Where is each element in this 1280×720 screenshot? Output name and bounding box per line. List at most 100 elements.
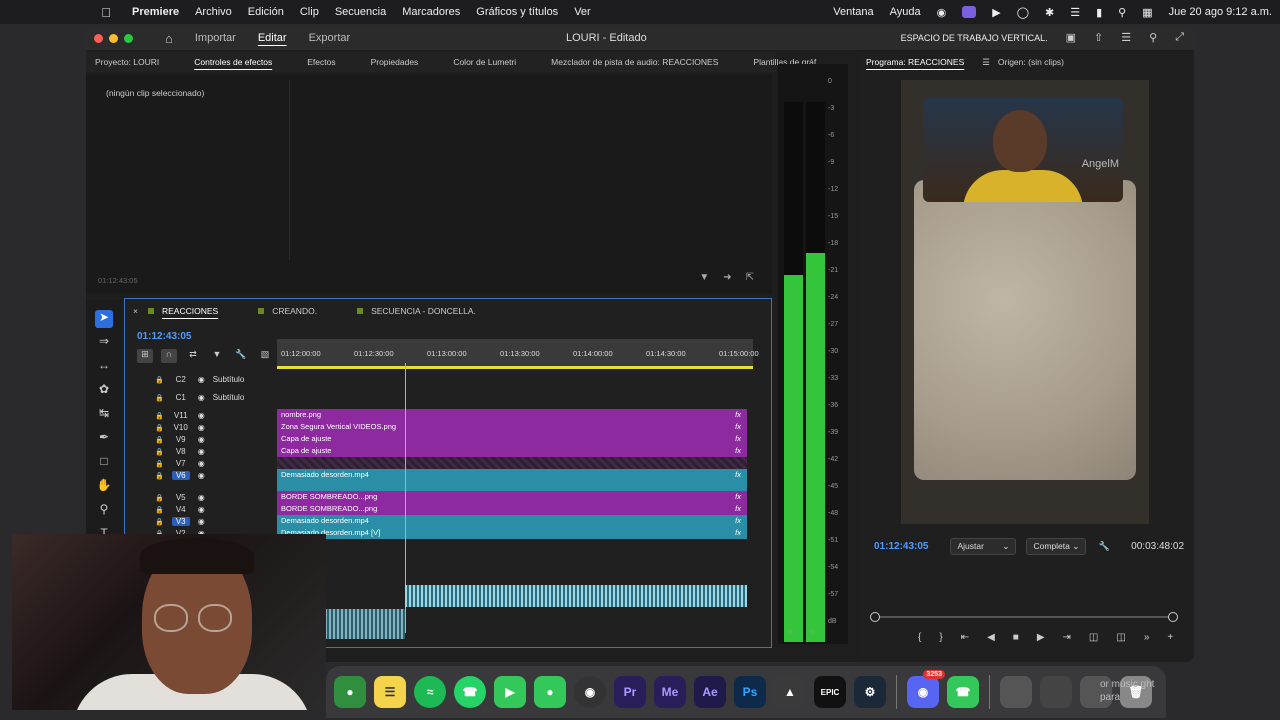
- gamepad-icon[interactable]: ▶: [992, 6, 1000, 19]
- timeline-clip[interactable]: Demasiado desorden.mp4 fx: [277, 515, 747, 527]
- track-label[interactable]: V7: [172, 459, 190, 468]
- linked-icon[interactable]: ⇄: [185, 349, 201, 363]
- tab-exportar[interactable]: Exportar: [309, 32, 351, 44]
- tab-origen[interactable]: Origen: (sin clips): [998, 57, 1064, 67]
- lock-icon[interactable]: 🔒: [155, 436, 164, 444]
- home-icon[interactable]: ⌂: [165, 31, 173, 46]
- fx-badge[interactable]: fx: [735, 516, 741, 525]
- menu-clip[interactable]: Clip: [300, 6, 319, 18]
- close-button[interactable]: [94, 33, 103, 43]
- fx-badge[interactable]: fx: [735, 528, 741, 537]
- dock-app-phone[interactable]: ☎: [947, 676, 979, 708]
- fx-badge[interactable]: fx: [735, 422, 741, 431]
- eye-icon[interactable]: ◉: [198, 505, 205, 514]
- dock-app-whatsapp[interactable]: ☎: [454, 676, 486, 708]
- dock-app-discord[interactable]: ◉ 3253: [907, 670, 945, 708]
- tab-mezclador[interactable]: Mezclador de pista de audio: REACCIONES: [551, 57, 718, 67]
- quality-select[interactable]: Completa ⌄: [1026, 538, 1087, 555]
- fx-badge[interactable]: fx: [735, 504, 741, 513]
- timeline-clip[interactable]: Capa de ajuste fx: [277, 445, 747, 457]
- work-area-bar[interactable]: [277, 366, 753, 369]
- screen-record-icon[interactable]: ◉: [937, 6, 947, 19]
- menu-ventana[interactable]: Ventana: [833, 6, 873, 18]
- timeline-clip[interactable]: Demasiado desorden.mp4 fx: [277, 469, 747, 491]
- track-select-icon[interactable]: ⇒: [95, 334, 113, 352]
- lock-icon[interactable]: 🔒: [155, 394, 164, 402]
- eye-icon[interactable]: ◉: [198, 423, 205, 432]
- close-tab-icon[interactable]: ×: [133, 306, 138, 316]
- eye-icon[interactable]: ◉: [198, 447, 205, 456]
- tab-programa[interactable]: Programa: REACCIONES: [866, 57, 964, 67]
- track-label[interactable]: V4: [172, 505, 190, 514]
- track-label[interactable]: C1: [172, 393, 190, 402]
- zoom-icon[interactable]: ⚲: [1149, 31, 1157, 44]
- dock-app-obs[interactable]: ◉: [574, 676, 606, 708]
- pen-icon[interactable]: ✒: [95, 430, 113, 448]
- apple-icon[interactable]: : [88, 5, 124, 20]
- track-label[interactable]: V10: [172, 423, 190, 432]
- dock-app-premiere[interactable]: Pr: [614, 676, 646, 708]
- share-icon[interactable]: ⇧: [1094, 31, 1103, 44]
- dock-app-notes[interactable]: ☰: [374, 676, 406, 708]
- fx-badge[interactable]: fx: [735, 434, 741, 443]
- lock-icon[interactable]: 🔒: [155, 412, 164, 420]
- lock-icon[interactable]: 🔒: [155, 424, 164, 432]
- dock-thumb-2[interactable]: [1040, 676, 1072, 708]
- program-video-frame[interactable]: AngelM: [901, 80, 1149, 524]
- tab-importar[interactable]: Importar: [195, 32, 236, 44]
- dock-app-photoshop[interactable]: Ps: [734, 676, 766, 708]
- menu-ayuda[interactable]: Ayuda: [890, 6, 921, 18]
- lock-icon[interactable]: 🔒: [155, 518, 164, 526]
- export-icon[interactable]: ⇱: [746, 272, 754, 283]
- tab-efectos[interactable]: Efectos: [307, 57, 335, 67]
- track-label[interactable]: C2: [172, 375, 190, 384]
- menu-secuencia[interactable]: Secuencia: [335, 6, 386, 18]
- track-label[interactable]: V8: [172, 447, 190, 456]
- program-menu-icon[interactable]: ☰: [982, 57, 990, 68]
- timeline-clip[interactable]: BORDE SOMBREADO...png fx: [277, 503, 747, 515]
- fx-badge[interactable]: fx: [735, 492, 741, 501]
- dock-app-steam[interactable]: ⚙: [854, 676, 886, 708]
- mark-out-icon[interactable]: }: [939, 632, 942, 643]
- lock-icon[interactable]: 🔒: [155, 376, 164, 384]
- tab-controles-efectos[interactable]: Controles de efectos: [194, 57, 272, 67]
- eye-icon[interactable]: ◉: [198, 471, 205, 480]
- fx-badge[interactable]: fx: [735, 470, 741, 479]
- fx-badge[interactable]: fx: [735, 410, 741, 419]
- dock-app-globe[interactable]: ●: [334, 676, 366, 708]
- tab-propiedades[interactable]: Propiedades: [371, 57, 419, 67]
- menu-graficos[interactable]: Gráficos y títulos: [476, 6, 558, 18]
- snap-icon[interactable]: ∩: [161, 349, 177, 363]
- eye-icon[interactable]: ◉: [198, 459, 205, 468]
- tab-doncella[interactable]: SECUENCIA - DONCELLA.: [357, 306, 476, 316]
- battery-icon[interactable]: ▮: [1096, 6, 1102, 19]
- meter-solo-right[interactable]: S: [810, 629, 815, 636]
- stop-icon[interactable]: ■: [1013, 632, 1019, 643]
- timeline-clip[interactable]: Capa de ajuste fx: [277, 433, 747, 445]
- marker-icon[interactable]: ▼: [209, 349, 225, 363]
- track-label[interactable]: V5: [172, 493, 190, 502]
- workspace-label[interactable]: ESPACIO DE TRABAJO VERTICAL.: [901, 33, 1048, 43]
- program-timecode[interactable]: 01:12:43:05: [874, 541, 928, 552]
- captions-icon[interactable]: ▧: [257, 349, 273, 363]
- timeline-timecode[interactable]: 01:12:43:05: [137, 331, 191, 342]
- menu-edicion[interactable]: Edición: [248, 6, 284, 18]
- more-icon[interactable]: »: [1144, 632, 1150, 643]
- filter-icon[interactable]: ▼: [699, 272, 709, 283]
- timeline-clip[interactable]: nombre.png fx: [277, 409, 747, 421]
- control-center-icon[interactable]: ▦: [1142, 6, 1152, 19]
- tab-reacciones[interactable]: REACCIONES: [147, 306, 218, 316]
- zoom-tool-icon[interactable]: ⚲: [95, 502, 113, 520]
- eye-icon[interactable]: ◉: [198, 435, 205, 444]
- tab-proyecto[interactable]: Proyecto: LOURI: [95, 57, 159, 67]
- tab-editar[interactable]: Editar: [258, 32, 287, 44]
- dock-app-after-effects[interactable]: Ae: [694, 676, 726, 708]
- dock-app-messages[interactable]: ●: [534, 676, 566, 708]
- settings-wrench-icon[interactable]: 🔧: [233, 349, 249, 363]
- bluetooth-icon[interactable]: ✱: [1045, 6, 1054, 19]
- hand-icon[interactable]: ✋: [95, 478, 113, 496]
- track-label[interactable]: V9: [172, 435, 190, 444]
- slip-icon[interactable]: ↹: [95, 406, 113, 424]
- lift-icon[interactable]: ◫: [1089, 632, 1098, 643]
- lock-icon[interactable]: 🔒: [155, 506, 164, 514]
